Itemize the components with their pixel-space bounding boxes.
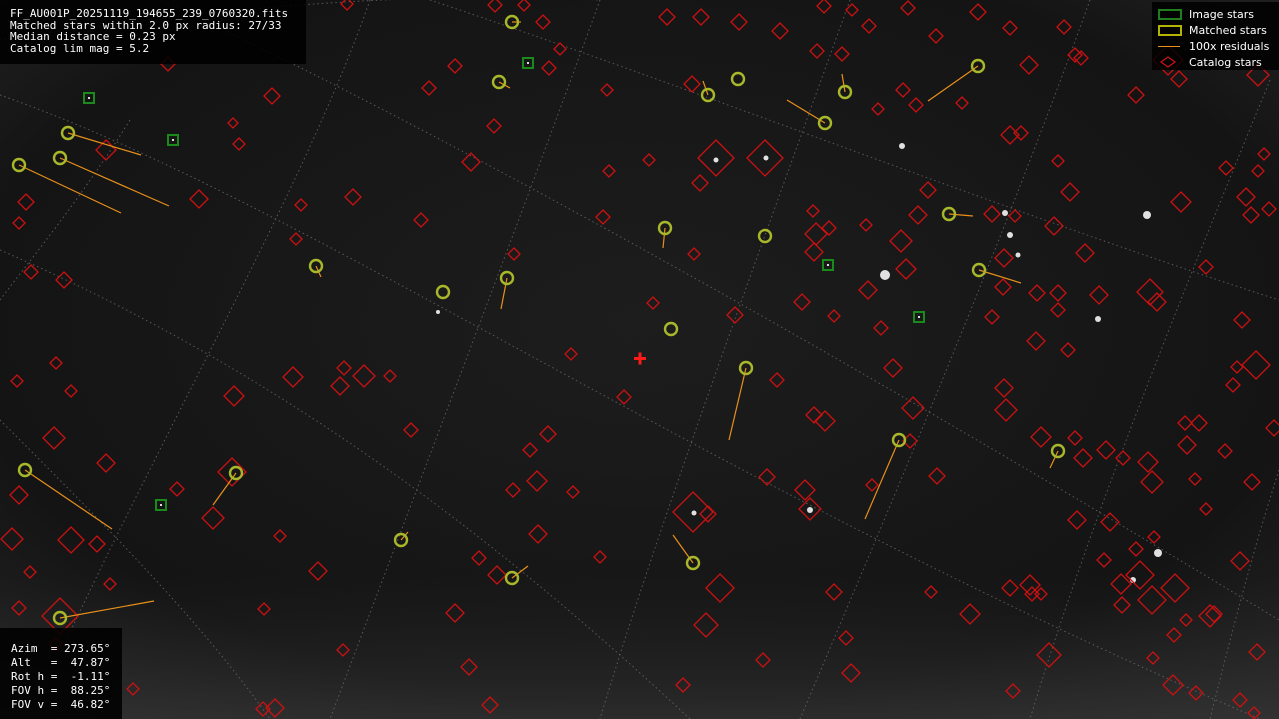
bright-star (1015, 252, 1021, 258)
legend-label: Image stars (1189, 7, 1254, 21)
pointing-info-panel: Azim = 273.65° Alt = 47.87° Rot h = -1.11°… (0, 628, 122, 719)
legend: Image stars Matched stars 100x residuals… (1152, 2, 1279, 70)
rotation-text: Rot h = -1.11° (11, 670, 111, 683)
legend-item-residuals: 100x residuals (1158, 38, 1279, 54)
filename-text: FF_AU001P_20251119_194655_239_0760320.fi… (10, 7, 289, 20)
image-star-core (160, 504, 162, 506)
bright-star (1002, 210, 1008, 216)
image-star-core (88, 97, 90, 99)
bright-star (763, 155, 769, 161)
matched-stars-icon (1158, 24, 1184, 36)
fit-info-panel: FF_AU001P_20251119_194655_239_0760320.fi… (0, 0, 306, 64)
legend-item-matched-stars: Matched stars (1158, 22, 1279, 38)
sky-image (0, 0, 1279, 719)
bright-star (713, 157, 719, 163)
image-star-core (527, 62, 529, 64)
altitude-text: Alt = 47.87° (11, 656, 111, 669)
image-stars-icon (1158, 8, 1184, 20)
legend-label: 100x residuals (1189, 39, 1270, 53)
bright-star (899, 143, 905, 149)
legend-item-catalog-stars: Catalog stars (1158, 54, 1279, 70)
image-star-core (172, 139, 174, 141)
legend-item-image-stars: Image stars (1158, 6, 1279, 22)
bright-star (691, 510, 697, 516)
bright-star (436, 310, 440, 314)
bright-star (1143, 211, 1151, 219)
bright-star (1095, 316, 1101, 322)
bright-star (1007, 232, 1013, 238)
center-cross-v (638, 352, 642, 365)
fov-v-text: FOV v = 46.82° (11, 698, 111, 711)
bright-star (880, 270, 890, 280)
residuals-icon (1158, 40, 1184, 52)
legend-label: Catalog stars (1189, 55, 1262, 69)
catalog-limmag-text: Catalog lim mag = 5.2 (10, 41, 150, 55)
fov-h-text: FOV h = 88.25° (11, 684, 111, 697)
azimuth-text: Azim = 273.65° (11, 642, 111, 655)
bright-star (1154, 549, 1162, 557)
median-distance-text: Median distance = 0.23 px (10, 30, 176, 43)
legend-label: Matched stars (1189, 23, 1267, 37)
image-star-core (827, 264, 829, 266)
catalog-stars-icon (1158, 56, 1184, 68)
image-star-core (918, 316, 920, 318)
bright-star (807, 507, 813, 513)
